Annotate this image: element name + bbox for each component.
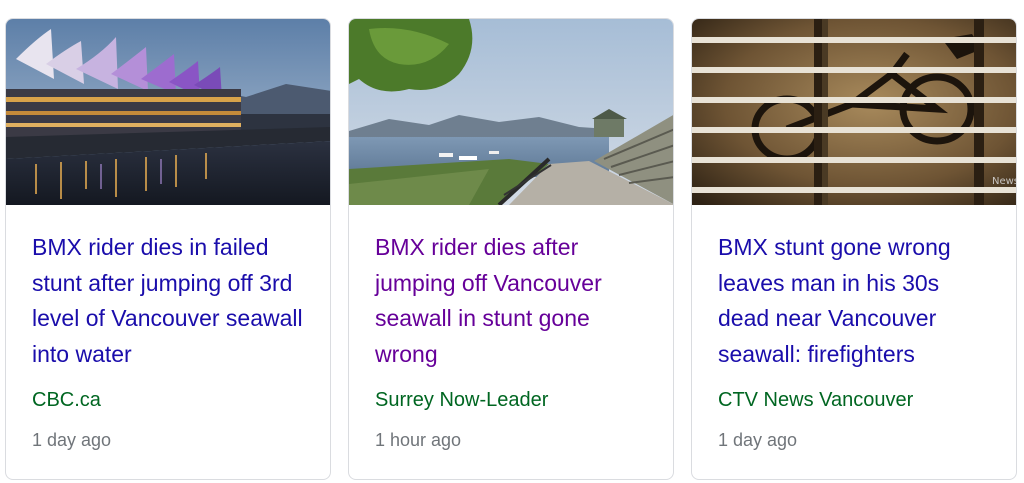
news-card[interactable]: BMX rider dies in failed stunt after jum… — [5, 18, 331, 480]
news-card[interactable]: News BMX stunt gone wrong leaves man in … — [691, 18, 1017, 480]
news-card-headline[interactable]: BMX rider dies after jumping off Vancouv… — [375, 230, 651, 372]
news-card-time: 1 hour ago — [375, 430, 462, 450]
bicycle-behind-railing-photo[interactable]: News — [692, 19, 1016, 205]
news-card-source: Surrey Now-Leader — [375, 389, 549, 411]
image-watermark: News — [992, 176, 1016, 187]
seawall-path-photo[interactable] — [349, 19, 673, 205]
news-card[interactable]: BMX rider dies after jumping off Vancouv… — [348, 18, 674, 480]
news-card-source: CBC.ca — [32, 389, 101, 411]
news-card-time: 1 day ago — [718, 430, 798, 450]
news-carousel: BMX rider dies in failed stunt after jum… — [0, 0, 1024, 483]
news-card-time: 1 day ago — [32, 430, 112, 450]
news-card-headline[interactable]: BMX rider dies in failed stunt after jum… — [32, 230, 308, 372]
news-card-headline[interactable]: BMX stunt gone wrong leaves man in his 3… — [718, 230, 994, 372]
canada-place-night-photo[interactable] — [6, 19, 330, 205]
news-card-source: CTV News Vancouver — [718, 389, 914, 411]
